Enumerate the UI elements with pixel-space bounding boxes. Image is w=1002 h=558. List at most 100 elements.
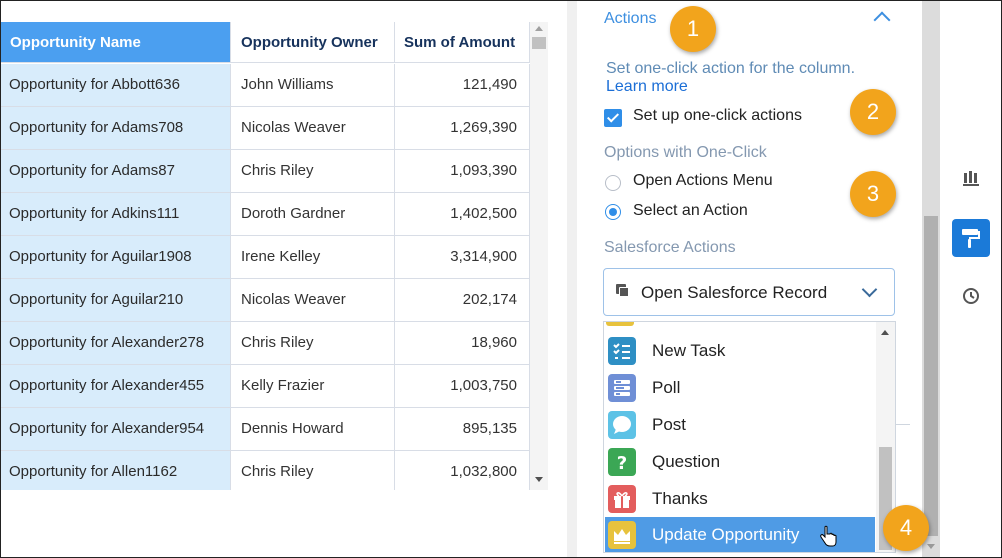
action-list: New Task Poll Post ? Question Thanks Upd… xyxy=(603,321,896,553)
task-icon xyxy=(608,337,636,365)
cell-opportunity-owner[interactable]: Chris Riley xyxy=(231,451,395,490)
scroll-down-arrow-icon[interactable] xyxy=(927,544,935,549)
column-header-opportunity-name[interactable]: Opportunity Name xyxy=(1,22,231,63)
cell-opportunity-name[interactable]: Opportunity for Alexander455 xyxy=(1,365,231,408)
hand-cursor-icon xyxy=(820,525,837,547)
list-item-new-task[interactable]: New Task xyxy=(605,333,875,369)
cell-opportunity-owner[interactable]: Doroth Gardner xyxy=(231,193,395,236)
list-item-label: Question xyxy=(652,452,721,471)
select-value: Open Salesforce Record xyxy=(641,283,828,302)
list-item-update-opportunity[interactable]: Update Opportunity xyxy=(605,517,875,552)
paint-roller-icon xyxy=(962,229,980,248)
divider xyxy=(896,424,910,425)
table-row: Opportunity for Abbott636 John Williams … xyxy=(1,64,530,107)
scroll-up-arrow-icon[interactable] xyxy=(535,26,543,31)
cell-sum-of-amount[interactable]: 895,135 xyxy=(395,408,530,451)
poll-icon xyxy=(608,374,636,402)
cell-opportunity-name[interactable]: Opportunity for Alexander954 xyxy=(1,408,231,451)
column-header-sum-of-amount[interactable]: Sum of Amount xyxy=(395,22,530,63)
format-button[interactable] xyxy=(952,219,990,257)
scroll-up-arrow-icon[interactable] xyxy=(881,330,889,335)
list-item-question[interactable]: ? Question xyxy=(605,444,875,480)
cell-sum-of-amount[interactable]: 1,032,800 xyxy=(395,451,530,490)
record-icon xyxy=(616,284,629,297)
chevron-down-icon xyxy=(861,281,878,298)
scroll-down-arrow-icon[interactable] xyxy=(535,477,543,482)
history-button[interactable] xyxy=(952,277,990,315)
options-label: Options with One-Click xyxy=(604,144,767,161)
list-item-label: Post xyxy=(652,415,687,434)
partial-item-icon xyxy=(606,322,634,326)
cell-sum-of-amount[interactable]: 1,003,750 xyxy=(395,365,530,408)
callout-2: 2 xyxy=(850,89,896,135)
chart-button[interactable] xyxy=(952,161,990,199)
scroll-thumb[interactable] xyxy=(924,216,938,536)
actions-section-title[interactable]: Actions xyxy=(604,10,656,28)
thanks-icon xyxy=(608,485,636,513)
scroll-thumb[interactable] xyxy=(532,37,546,49)
cell-sum-of-amount[interactable]: 1,093,390 xyxy=(395,150,530,193)
cell-opportunity-name[interactable]: Opportunity for Adams87 xyxy=(1,150,231,193)
cell-opportunity-owner[interactable]: Irene Kelley xyxy=(231,236,395,279)
list-item-post[interactable]: Post xyxy=(605,407,875,443)
data-table: Opportunity Name Opportunity Owner Sum o… xyxy=(1,22,548,490)
table-body: Opportunity for Abbott636 John Williams … xyxy=(1,64,530,490)
learn-more-link[interactable]: Learn more xyxy=(606,78,688,96)
salesforce-action-select[interactable]: Open Salesforce Record xyxy=(603,268,895,316)
table-row: Opportunity for Alexander954 Dennis Howa… xyxy=(1,408,530,451)
question-icon: ? xyxy=(608,448,636,476)
cell-opportunity-name[interactable]: Opportunity for Alexander278 xyxy=(1,322,231,365)
cell-opportunity-owner[interactable]: John Williams xyxy=(231,64,395,107)
one-click-checkbox[interactable] xyxy=(604,109,622,127)
table-row: Opportunity for Allen1162 Chris Riley 1,… xyxy=(1,451,530,490)
cell-opportunity-name[interactable]: Opportunity for Abbott636 xyxy=(1,64,231,107)
cell-sum-of-amount[interactable]: 18,960 xyxy=(395,322,530,365)
crown-icon xyxy=(608,521,636,549)
cell-opportunity-name[interactable]: Opportunity for Aguilar1908 xyxy=(1,236,231,279)
table-header-row: Opportunity Name Opportunity Owner Sum o… xyxy=(1,22,530,63)
cell-sum-of-amount[interactable]: 121,490 xyxy=(395,64,530,107)
list-item-thanks[interactable]: Thanks xyxy=(605,481,875,517)
cell-sum-of-amount[interactable]: 202,174 xyxy=(395,279,530,322)
cell-opportunity-name[interactable]: Opportunity for Allen1162 xyxy=(1,451,231,490)
table-row: Opportunity for Adams87 Chris Riley 1,09… xyxy=(1,150,530,193)
table-row: Opportunity for Alexander278 Chris Riley… xyxy=(1,322,530,365)
radio-open-actions-menu-label[interactable]: Open Actions Menu xyxy=(633,172,773,190)
one-click-checkbox-label[interactable]: Set up one-click actions xyxy=(633,107,802,125)
callout-1: 1 xyxy=(670,6,716,52)
clock-icon xyxy=(963,288,979,304)
side-toolbar xyxy=(940,1,1001,557)
cell-opportunity-owner[interactable]: Kelly Frazier xyxy=(231,365,395,408)
cell-sum-of-amount[interactable]: 1,269,390 xyxy=(395,107,530,150)
cell-opportunity-owner[interactable]: Chris Riley xyxy=(231,322,395,365)
post-icon xyxy=(608,411,636,439)
cell-opportunity-owner[interactable]: Nicolas Weaver xyxy=(231,279,395,322)
table-row: Opportunity for Adams708 Nicolas Weaver … xyxy=(1,107,530,150)
panel-scrollbar[interactable] xyxy=(922,1,940,557)
table-row: Opportunity for Adkins111 Doroth Gardner… xyxy=(1,193,530,236)
salesforce-actions-label: Salesforce Actions xyxy=(604,239,736,256)
cell-opportunity-owner[interactable]: Dennis Howard xyxy=(231,408,395,451)
list-item-poll[interactable]: Poll xyxy=(605,370,875,406)
list-item-label: New Task xyxy=(652,341,726,360)
list-item-label: Update Opportunity xyxy=(652,525,800,544)
callout-4: 4 xyxy=(883,505,929,551)
cell-opportunity-owner[interactable]: Nicolas Weaver xyxy=(231,107,395,150)
table-row: Opportunity for Aguilar1908 Irene Kelley… xyxy=(1,236,530,279)
cell-opportunity-owner[interactable]: Chris Riley xyxy=(231,150,395,193)
cell-opportunity-name[interactable]: Opportunity for Adkins111 xyxy=(1,193,231,236)
cell-opportunity-name[interactable]: Opportunity for Aguilar210 xyxy=(1,279,231,322)
radio-select-an-action-label[interactable]: Select an Action xyxy=(633,202,748,220)
chart-icon xyxy=(963,171,979,186)
actions-description: Set one-click action for the column. xyxy=(606,60,856,77)
cell-sum-of-amount[interactable]: 1,402,500 xyxy=(395,193,530,236)
list-item-label: Thanks xyxy=(652,489,708,508)
cell-opportunity-name[interactable]: Opportunity for Adams708 xyxy=(1,107,231,150)
table-row: Opportunity for Alexander455 Kelly Frazi… xyxy=(1,365,530,408)
table-scrollbar[interactable] xyxy=(530,22,548,490)
callout-3: 3 xyxy=(850,171,896,217)
radio-select-an-action[interactable] xyxy=(605,204,621,220)
cell-sum-of-amount[interactable]: 3,314,900 xyxy=(395,236,530,279)
radio-open-actions-menu[interactable] xyxy=(605,175,621,191)
column-header-opportunity-owner[interactable]: Opportunity Owner xyxy=(231,22,395,63)
